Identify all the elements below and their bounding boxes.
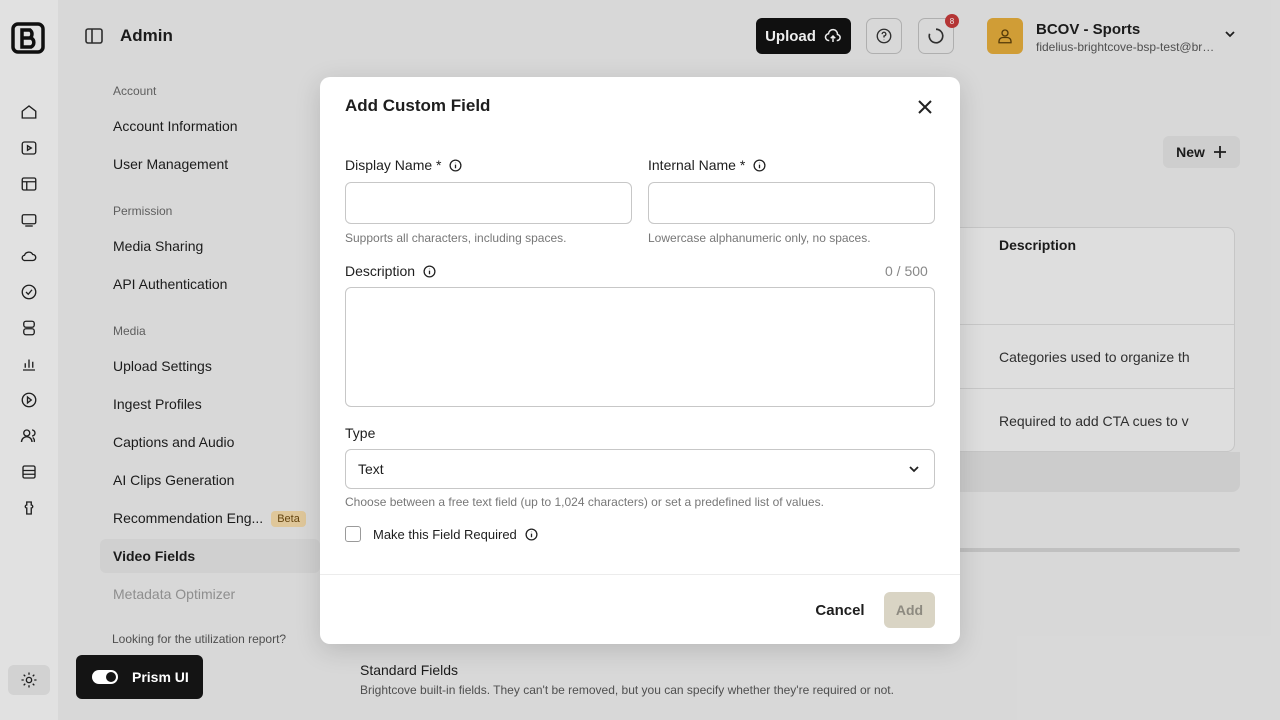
add-custom-field-dialog: Add Custom Field Display Name * Supports… (320, 77, 960, 644)
add-button[interactable]: Add (884, 592, 935, 628)
display-name-label-text: Display Name * (345, 157, 442, 173)
description-label-text: Description (345, 263, 416, 279)
internal-name-label: Internal Name * (648, 157, 766, 173)
info-icon[interactable] (525, 527, 538, 541)
prism-ui-label: Prism UI (132, 669, 189, 685)
required-label: Make this Field Required (373, 526, 517, 542)
description-label: Description (345, 263, 436, 279)
internal-name-help: Lowercase alphanumeric only, no spaces. (648, 231, 871, 245)
toggle-switch[interactable] (92, 670, 118, 684)
info-icon[interactable] (753, 158, 766, 172)
description-textarea[interactable] (345, 287, 935, 407)
chevron-down-icon (909, 466, 919, 473)
info-icon[interactable] (449, 158, 463, 172)
internal-name-label-text: Internal Name * (648, 157, 746, 173)
prism-ui-toggle[interactable]: Prism UI (76, 655, 203, 699)
required-checkbox-row[interactable]: Make this Field Required (345, 526, 538, 542)
display-name-label: Display Name * (345, 157, 463, 173)
type-label: Type (345, 425, 376, 441)
close-icon (918, 100, 932, 114)
display-name-help: Supports all characters, including space… (345, 231, 567, 245)
character-counter: 0 / 500 (885, 263, 928, 279)
type-selected-value: Text (358, 461, 384, 477)
internal-name-input[interactable] (648, 182, 935, 224)
close-button[interactable] (915, 97, 935, 117)
dialog-title: Add Custom Field (345, 96, 491, 115)
required-checkbox[interactable] (345, 526, 361, 542)
cancel-button[interactable]: Cancel (805, 592, 875, 628)
footer-divider (320, 574, 960, 575)
type-select[interactable]: Text (345, 449, 935, 489)
type-help: Choose between a free text field (up to … (345, 495, 824, 509)
info-icon[interactable] (423, 264, 436, 278)
display-name-input[interactable] (345, 182, 632, 224)
